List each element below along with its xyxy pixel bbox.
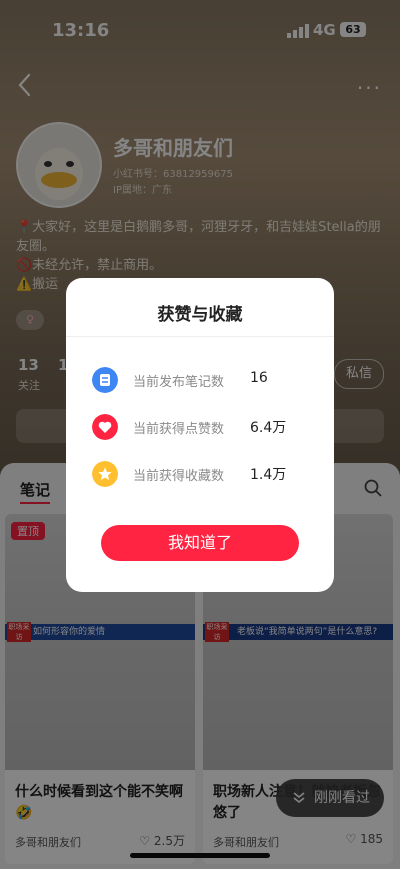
stat-value: 16: [250, 370, 268, 386]
notes-icon: [92, 367, 118, 393]
confirm-button[interactable]: 我知道了: [101, 525, 299, 561]
stat-value: 6.4万: [250, 420, 287, 436]
divider: [66, 336, 334, 337]
stat-label: 当前发布笔记数: [133, 375, 225, 390]
dialog-title: 获赞与收藏: [157, 305, 243, 325]
stat-value: 1.4万: [250, 467, 287, 483]
heart-icon: [92, 414, 118, 440]
stat-label: 当前获得点赞数: [133, 422, 225, 437]
stat-row-notes: 当前发布笔记数 16: [92, 366, 322, 394]
stat-row-likes: 当前获得点赞数 6.4万: [92, 413, 322, 441]
star-icon: [92, 461, 118, 487]
stat-row-collections: 当前获得收藏数 1.4万: [92, 460, 322, 488]
stat-label: 当前获得收藏数: [133, 469, 225, 484]
likes-collections-dialog: 获赞与收藏 当前发布笔记数 16 当前获得点赞数 6.4万 当前获得收藏数 1.…: [66, 278, 334, 592]
